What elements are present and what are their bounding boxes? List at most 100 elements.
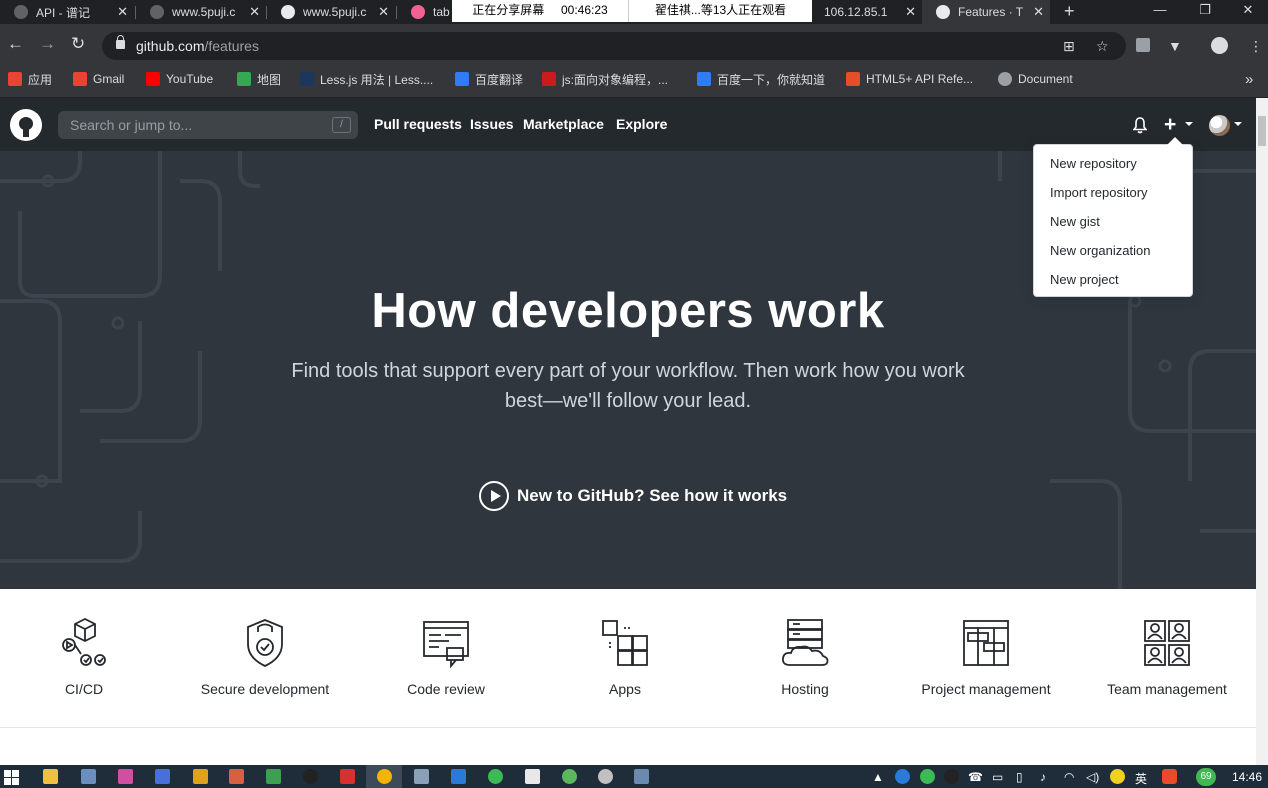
menu-kebab-icon[interactable]: ⋮ — [1249, 38, 1263, 55]
browser-tab[interactable]: tab — [397, 0, 453, 24]
status-badge[interactable]: 69 — [1196, 768, 1216, 786]
bookmark-item[interactable]: Less.js 用法 | Less.... — [300, 70, 433, 88]
close-tab-icon[interactable]: ✕ — [117, 4, 128, 20]
bookmark-item[interactable]: 百度一下，你就知道 — [697, 70, 825, 88]
windows-start-icon[interactable] — [4, 770, 19, 785]
new-organization-item[interactable]: New organization — [1050, 243, 1150, 258]
browser-tab-active[interactable]: Features · T ✕ — [922, 0, 1050, 24]
taskbar-app-icon[interactable] — [634, 769, 649, 784]
less-icon — [300, 72, 314, 86]
address-bar[interactable]: github.com/features — [102, 32, 1126, 60]
close-tab-icon[interactable]: ✕ — [378, 4, 389, 20]
feature-project-management[interactable]: Project management — [911, 618, 1061, 697]
feature-cicd[interactable]: CI/CD — [9, 618, 159, 697]
bookmarks-overflow-button[interactable]: » — [1245, 70, 1253, 88]
chrome-icon[interactable] — [377, 769, 392, 784]
profile-icon[interactable] — [1211, 37, 1228, 54]
tray-qq-icon[interactable] — [944, 769, 959, 784]
tray-app-icon[interactable] — [920, 769, 935, 784]
feature-team-management[interactable]: Team management — [1092, 618, 1242, 697]
scrollbar-thumb[interactable] — [1258, 116, 1266, 146]
tray-mic-icon[interactable]: ♪ — [1040, 770, 1046, 784]
file-explorer-icon[interactable] — [43, 769, 58, 784]
tray-app-icon[interactable] — [1110, 769, 1125, 784]
reload-button[interactable]: ↻ — [71, 34, 85, 54]
nav-issues[interactable]: Issues — [470, 116, 514, 132]
how-it-works-link[interactable]: New to GitHub? See how it works — [479, 481, 787, 511]
bookmark-item[interactable]: YouTube — [146, 70, 213, 88]
chevron-down-icon[interactable] — [1234, 122, 1242, 126]
taskbar-app-icon[interactable] — [488, 769, 503, 784]
browser-tab[interactable]: API - 谱记 ✕ — [0, 0, 134, 24]
taskbar-app-icon[interactable] — [193, 769, 208, 784]
bookmark-item[interactable]: HTML5+ API Refe... — [846, 70, 973, 88]
github-favicon-icon — [936, 5, 950, 19]
taskbar-app-icon[interactable] — [525, 769, 540, 784]
import-repository-item[interactable]: Import repository — [1050, 185, 1148, 200]
taskbar-app-icon[interactable] — [562, 769, 577, 784]
taskbar-app-icon[interactable] — [229, 769, 244, 784]
taskbar-app-icon[interactable] — [266, 769, 281, 784]
extension-v-icon[interactable]: ▼ — [1168, 38, 1182, 54]
taskbar-app-icon[interactable] — [414, 769, 429, 784]
bookmark-item[interactable]: Gmail — [73, 70, 124, 88]
qq-icon[interactable] — [303, 769, 318, 784]
minimize-button[interactable]: — — [1140, 0, 1180, 22]
tray-usb-icon[interactable]: ▯ — [1016, 770, 1023, 784]
globe-icon — [998, 72, 1012, 86]
translate-icon[interactable]: ⊞ — [1063, 38, 1075, 55]
close-tab-icon[interactable]: ✕ — [1033, 4, 1044, 20]
chevron-down-icon[interactable] — [1185, 122, 1193, 126]
close-tab-icon[interactable]: ✕ — [249, 4, 260, 20]
notifications-bell-icon[interactable] — [1133, 117, 1147, 134]
sogou-icon[interactable] — [1162, 769, 1177, 784]
nav-explore[interactable]: Explore — [616, 116, 667, 132]
extension-icon[interactable] — [1136, 38, 1150, 52]
bookmark-item[interactable]: js:面向对象编程，... — [542, 70, 668, 88]
new-repository-item[interactable]: New repository — [1050, 156, 1137, 171]
tray-notification-icon[interactable]: ▲ — [872, 770, 884, 784]
nav-marketplace[interactable]: Marketplace — [523, 116, 604, 132]
feature-hosting[interactable]: Hosting — [730, 618, 880, 697]
tray-app-icon[interactable] — [895, 769, 910, 784]
taskbar-app-icon[interactable] — [81, 769, 96, 784]
feature-code-review[interactable]: Code review — [371, 618, 521, 697]
feature-secure-development[interactable]: Secure development — [190, 618, 340, 697]
new-gist-item[interactable]: New gist — [1050, 214, 1100, 229]
github-search[interactable]: / — [58, 111, 358, 139]
browser-tab[interactable]: www.5puji.c ✕ — [267, 0, 395, 24]
browser-tab[interactable]: www.5puji.c ✕ — [136, 0, 266, 24]
taskbar-app-icon[interactable] — [598, 769, 613, 784]
tray-phone-icon[interactable]: ☎ — [968, 770, 983, 784]
tray-volume-icon[interactable]: ◁) — [1086, 770, 1099, 784]
taskbar-app-icon[interactable] — [155, 769, 170, 784]
address-url[interactable]: github.com/features — [136, 38, 259, 54]
taskbar-app-icon[interactable] — [340, 769, 355, 784]
avatar[interactable] — [1209, 115, 1230, 136]
maximize-button[interactable]: ❐ — [1185, 0, 1225, 22]
ime-indicator[interactable]: 英 — [1135, 770, 1147, 787]
create-new-plus-icon[interactable]: + — [1164, 113, 1176, 137]
search-input[interactable] — [58, 111, 328, 139]
feature-apps[interactable]: Apps — [550, 618, 700, 697]
close-tab-icon[interactable]: ✕ — [905, 4, 916, 20]
new-project-item[interactable]: New project — [1050, 272, 1119, 287]
vscode-icon[interactable] — [451, 769, 466, 784]
forward-button[interactable]: → — [39, 34, 56, 54]
close-window-button[interactable]: ✕ — [1228, 0, 1268, 22]
taskbar-clock[interactable]: 14:46 — [1232, 770, 1262, 784]
bookmark-item[interactable]: 地图 — [237, 70, 281, 88]
bookmark-star-icon[interactable]: ☆ — [1096, 38, 1109, 55]
tray-device-icon[interactable]: ▭ — [992, 770, 1003, 784]
github-logo-icon[interactable] — [10, 109, 42, 141]
back-button[interactable]: ← — [7, 34, 24, 54]
new-tab-button[interactable]: + — [1064, 1, 1075, 22]
browser-tab[interactable]: 106.12.85.1 ✕ — [812, 0, 922, 24]
bookmark-item[interactable]: 应用 — [8, 70, 52, 88]
page-scrollbar[interactable] — [1256, 98, 1268, 765]
taskbar-app-icon[interactable] — [118, 769, 133, 784]
tray-wifi-icon[interactable]: ◠ — [1064, 770, 1074, 784]
nav-pull-requests[interactable]: Pull requests — [374, 116, 462, 132]
bookmark-item[interactable]: 百度翻译 — [455, 70, 523, 88]
bookmark-item[interactable]: Document — [998, 70, 1073, 88]
